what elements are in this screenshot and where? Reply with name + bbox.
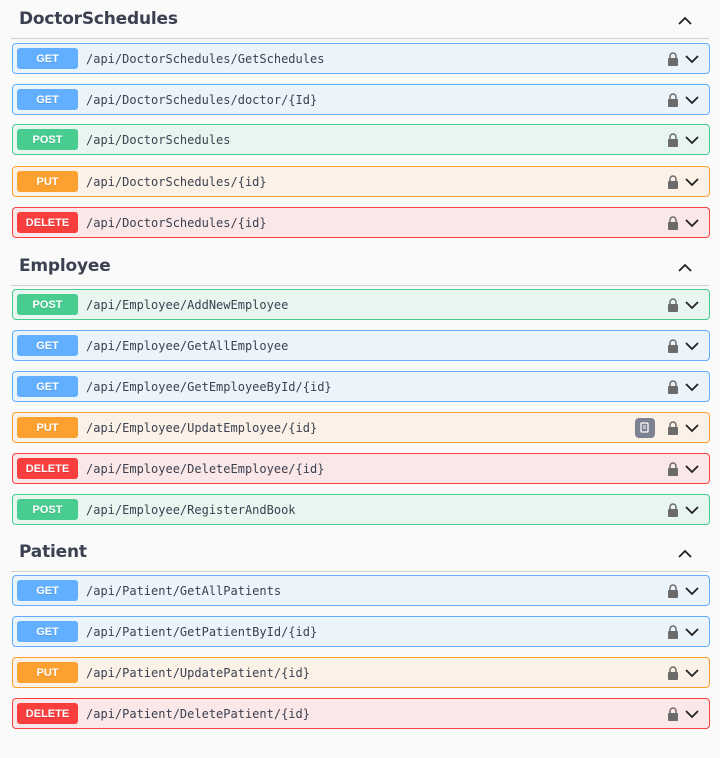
operation-row[interactable]: GET /api/Patient/GetAllPatients bbox=[12, 575, 710, 606]
operation-path: /api/DoctorSchedules/{id} bbox=[86, 174, 267, 189]
operation-row[interactable]: GET /api/Employee/GetEmployeeById/{id} bbox=[12, 371, 710, 402]
section-header[interactable]: Patient bbox=[11, 533, 709, 572]
operation-path: /api/DoctorSchedules/GetSchedules bbox=[86, 51, 325, 66]
lock-icon[interactable] bbox=[667, 666, 679, 680]
operation-path: /api/DoctorSchedules/{id} bbox=[86, 215, 267, 230]
method-badge: POST bbox=[17, 499, 78, 520]
lock-icon[interactable] bbox=[667, 133, 679, 147]
section-doctorschedules: DoctorSchedules bbox=[11, 0, 709, 39]
section-title: Employee bbox=[19, 256, 111, 276]
lock-icon[interactable] bbox=[667, 93, 679, 107]
chevron-down-icon[interactable] bbox=[685, 134, 699, 146]
method-badge: PUT bbox=[17, 662, 78, 683]
operation-row[interactable]: GET /api/Patient/GetPatientById/{id} bbox=[12, 616, 710, 647]
operation-row[interactable]: POST /api/Employee/RegisterAndBook bbox=[12, 494, 710, 525]
section-header[interactable]: DoctorSchedules bbox=[11, 0, 709, 39]
operation-path: /api/Employee/DeleteEmployee/{id} bbox=[86, 461, 325, 476]
lock-icon[interactable] bbox=[667, 584, 679, 598]
chevron-up-icon[interactable] bbox=[675, 257, 695, 277]
operation-path: /api/DoctorSchedules/doctor/{Id} bbox=[86, 92, 318, 107]
lock-icon[interactable] bbox=[667, 625, 679, 639]
lock-icon[interactable] bbox=[667, 380, 679, 394]
method-badge: DELETE bbox=[17, 458, 78, 479]
chevron-down-icon[interactable] bbox=[685, 463, 699, 475]
lock-icon[interactable] bbox=[667, 339, 679, 353]
chevron-down-icon[interactable] bbox=[685, 217, 699, 229]
operation-path: /api/Patient/UpdatePatient/{id} bbox=[86, 665, 310, 680]
method-badge: GET bbox=[17, 621, 78, 642]
operation-path: /api/Employee/RegisterAndBook bbox=[86, 502, 296, 517]
copy-icon[interactable] bbox=[635, 418, 655, 438]
operation-path: /api/Patient/GetPatientById/{id} bbox=[86, 624, 318, 639]
lock-icon[interactable] bbox=[667, 298, 679, 312]
method-badge: POST bbox=[17, 129, 78, 150]
chevron-up-icon[interactable] bbox=[675, 10, 695, 30]
operation-path: /api/Employee/AddNewEmployee bbox=[86, 297, 289, 312]
operation-row[interactable]: DELETE /api/Employee/DeleteEmployee/{id} bbox=[12, 453, 710, 484]
method-badge: GET bbox=[17, 376, 78, 397]
lock-icon[interactable] bbox=[667, 421, 679, 435]
method-badge: GET bbox=[17, 580, 78, 601]
operation-row[interactable]: PUT /api/DoctorSchedules/{id} bbox=[12, 166, 710, 197]
operation-path: /api/Employee/GetEmployeeById/{id} bbox=[86, 379, 332, 394]
method-badge: GET bbox=[17, 89, 78, 110]
section-title: Patient bbox=[19, 542, 87, 562]
operation-row[interactable]: GET /api/Employee/GetAllEmployee bbox=[12, 330, 710, 361]
operation-path: /api/Patient/DeletePatient/{id} bbox=[86, 706, 310, 721]
chevron-down-icon[interactable] bbox=[685, 708, 699, 720]
operation-path: /api/Employee/UpdatEmployee/{id} bbox=[86, 420, 318, 435]
method-badge: POST bbox=[17, 294, 78, 315]
section-header[interactable]: Employee bbox=[11, 247, 709, 286]
method-badge: PUT bbox=[17, 417, 78, 438]
method-badge: PUT bbox=[17, 171, 78, 192]
lock-icon[interactable] bbox=[667, 52, 679, 66]
lock-icon[interactable] bbox=[667, 175, 679, 189]
operation-row[interactable]: PUT /api/Patient/UpdatePatient/{id} bbox=[12, 657, 710, 688]
chevron-down-icon[interactable] bbox=[685, 299, 699, 311]
operation-row[interactable]: DELETE /api/DoctorSchedules/{id} bbox=[12, 207, 710, 238]
section-title: DoctorSchedules bbox=[19, 9, 178, 29]
chevron-down-icon[interactable] bbox=[685, 94, 699, 106]
operation-path: /api/DoctorSchedules bbox=[86, 132, 231, 147]
method-badge: GET bbox=[17, 48, 78, 69]
chevron-down-icon[interactable] bbox=[685, 667, 699, 679]
chevron-down-icon[interactable] bbox=[685, 585, 699, 597]
chevron-down-icon[interactable] bbox=[685, 422, 699, 434]
operation-row[interactable]: DELETE /api/Patient/DeletePatient/{id} bbox=[12, 698, 710, 729]
chevron-down-icon[interactable] bbox=[685, 381, 699, 393]
method-badge: DELETE bbox=[17, 703, 78, 724]
lock-icon[interactable] bbox=[667, 462, 679, 476]
lock-icon[interactable] bbox=[667, 216, 679, 230]
chevron-up-icon[interactable] bbox=[675, 543, 695, 563]
chevron-down-icon[interactable] bbox=[685, 340, 699, 352]
operation-row[interactable]: PUT /api/Employee/UpdatEmployee/{id} bbox=[12, 412, 710, 443]
method-badge: GET bbox=[17, 335, 78, 356]
lock-icon[interactable] bbox=[667, 707, 679, 721]
operation-row[interactable]: GET /api/DoctorSchedules/doctor/{Id} bbox=[12, 84, 710, 115]
chevron-down-icon[interactable] bbox=[685, 176, 699, 188]
chevron-down-icon[interactable] bbox=[685, 53, 699, 65]
chevron-down-icon[interactable] bbox=[685, 626, 699, 638]
operation-row[interactable]: GET /api/DoctorSchedules/GetSchedules bbox=[12, 43, 710, 74]
operation-row[interactable]: POST /api/DoctorSchedules bbox=[12, 124, 710, 155]
operation-row[interactable]: POST /api/Employee/AddNewEmployee bbox=[12, 289, 710, 320]
section-employee: Employee bbox=[11, 247, 709, 286]
chevron-down-icon[interactable] bbox=[685, 504, 699, 516]
lock-icon[interactable] bbox=[667, 503, 679, 517]
method-badge: DELETE bbox=[17, 212, 78, 233]
section-patient: Patient bbox=[11, 533, 709, 572]
operation-path: /api/Patient/GetAllPatients bbox=[86, 583, 282, 598]
operation-path: /api/Employee/GetAllEmployee bbox=[86, 338, 289, 353]
